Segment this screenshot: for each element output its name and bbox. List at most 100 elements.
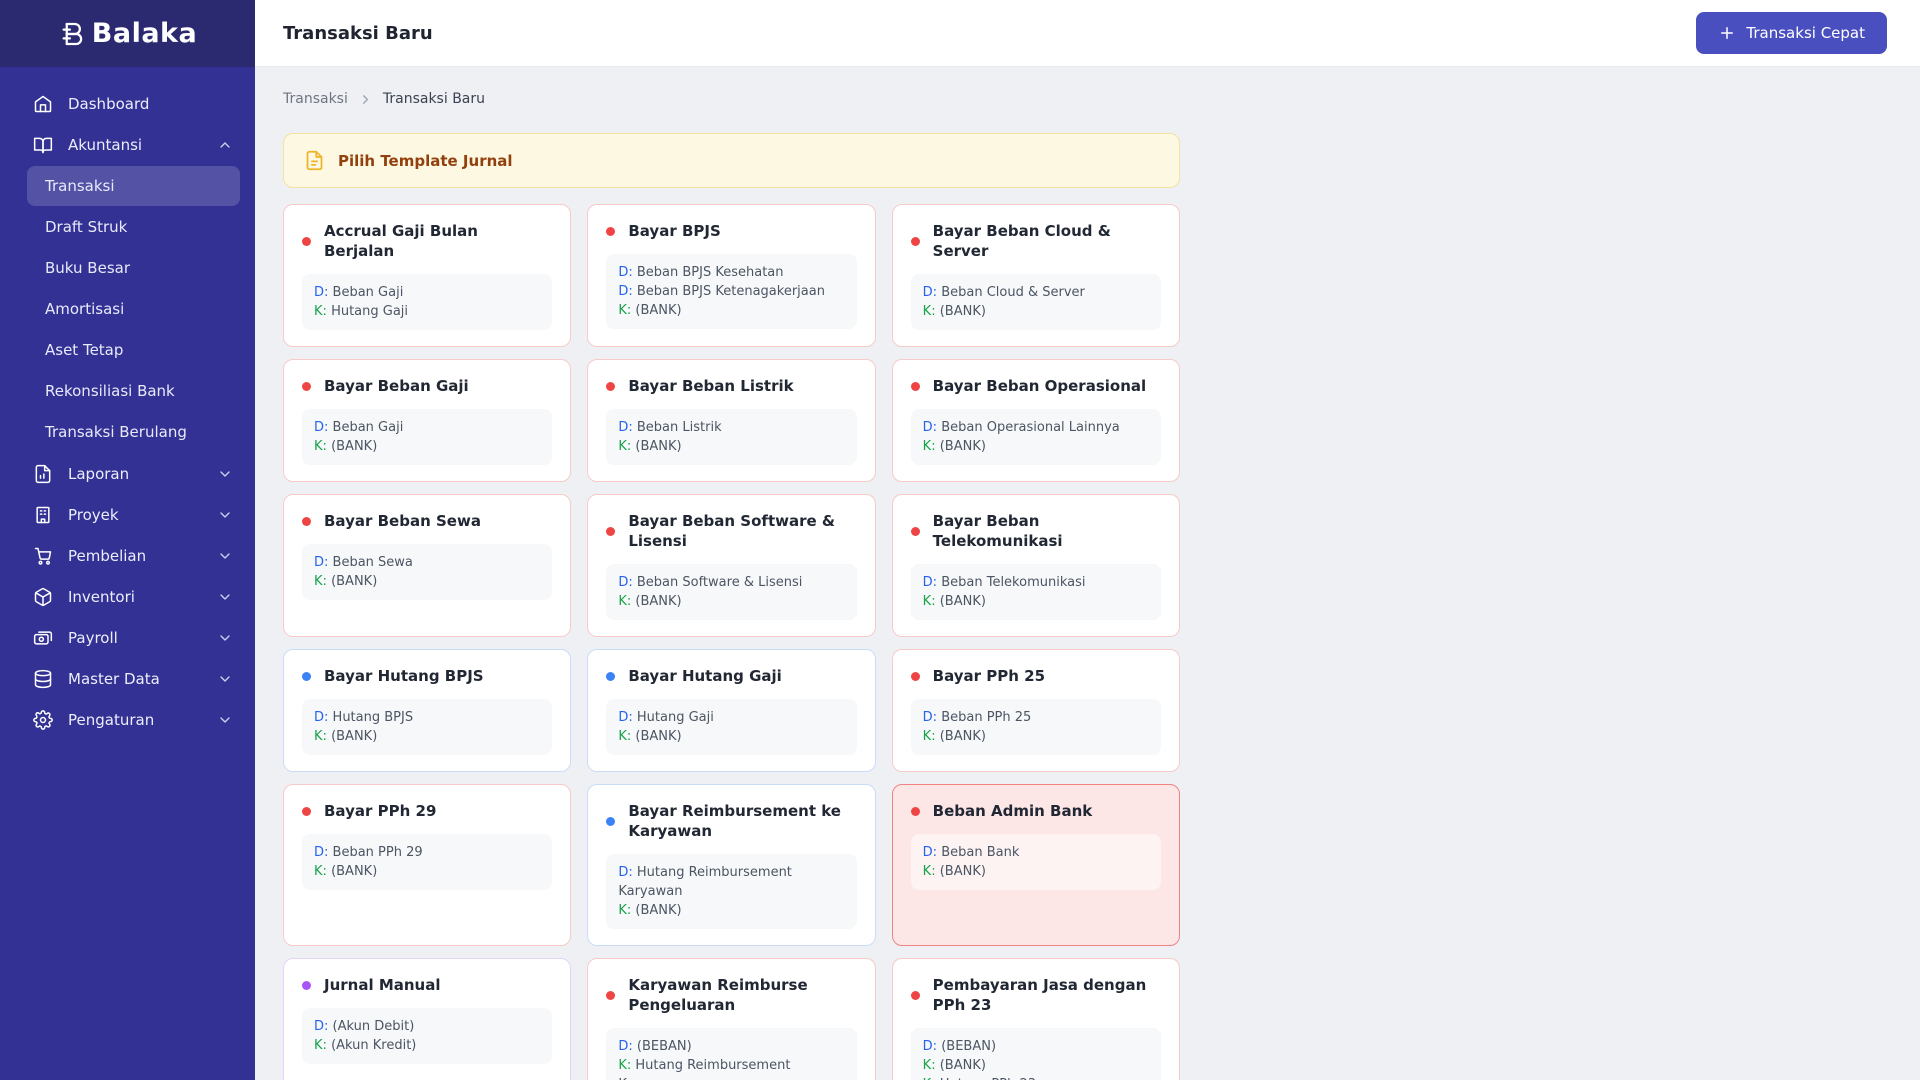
app-logo[interactable]: Balaka: [0, 0, 255, 67]
template-card-jurnal-manual[interactable]: Jurnal ManualD (Akun Debit)K (Akun Kredi…: [283, 958, 572, 1080]
sidebar-item-akuntansi[interactable]: Akuntansi: [0, 124, 255, 165]
journal-line-label: K: [923, 594, 936, 609]
journal-preview: D Beban Software & LisensiK (BANK): [606, 564, 857, 620]
sidebar-item-pengaturan[interactable]: Pengaturan: [0, 699, 255, 740]
template-card-karyawan-reimburse-pengeluaran[interactable]: Karyawan Reimburse PengeluaranD (BEBAN)K…: [587, 958, 876, 1080]
journal-line-label: K: [314, 1038, 327, 1053]
breadcrumb-item-current: Transaksi Baru: [382, 91, 486, 107]
template-card-bayar-hutang-gaji[interactable]: Bayar Hutang GajiD Hutang GajiK (BANK): [587, 649, 876, 772]
template-card-pembayaran-jasa-dengan-pph-23[interactable]: Pembayaran Jasa dengan PPh 23D (BEBAN)K …: [891, 958, 1180, 1080]
journal-line-account: Beban PPh 25: [941, 710, 1032, 725]
report-icon: [33, 464, 53, 484]
journal-line: D Beban Operasional Lainnya: [923, 418, 1149, 437]
journal-line-account: Beban Operasional Lainnya: [941, 420, 1120, 435]
template-card-header: Bayar PPh 29: [302, 801, 552, 821]
template-title: Karyawan Reimburse Pengeluaran: [628, 976, 808, 1014]
status-dot-icon: [606, 990, 616, 1000]
template-title: Bayar Beban Gaji: [324, 377, 469, 395]
template-card-bayar-beban-sewa[interactable]: Bayar Beban SewaD Beban SewaK (BANK): [283, 494, 572, 637]
template-card-bayar-reimbursement-ke-karyawan[interactable]: Bayar Reimbursement ke Karyawan D Hutang …: [587, 784, 876, 946]
journal-preview: D Beban PPh 25K (BANK): [910, 699, 1161, 755]
sidebar-subitem-amortisasi[interactable]: Amortisasi: [27, 289, 240, 329]
template-card-bayar-beban-gaji[interactable]: Bayar Beban GajiD Beban GajiK (BANK): [283, 359, 572, 482]
sidebar-subitem-draft-struk[interactable]: Draft Struk: [27, 207, 240, 247]
journal-line-label: D: [314, 555, 328, 570]
status-dot-icon: [606, 816, 616, 826]
template-card-accrual-gaji-bulan-berjalan[interactable]: Accrual Gaji Bulan BerjalanD Beban GajiK…: [283, 204, 572, 347]
sidebar-subitem-rekonsiliasi-bank[interactable]: Rekonsiliasi Bank: [27, 371, 240, 411]
app-name: Balaka: [91, 18, 198, 49]
journal-preview: D Beban BankK (BANK): [910, 834, 1161, 890]
sidebar-subitem-transaksi-berulang[interactable]: Transaksi Berulang: [27, 412, 240, 452]
breadcrumb: Transaksi Transaksi Baru: [283, 91, 1892, 107]
sidebar-subitem-buku-besar[interactable]: Buku Besar: [27, 248, 240, 288]
sidebar-item-inventori[interactable]: Inventori: [0, 576, 255, 617]
status-dot-icon: [910, 990, 920, 1000]
template-card-bayar-beban-cloud-server[interactable]: Bayar Beban Cloud & Server D Beban Cloud …: [891, 204, 1180, 347]
status-dot-icon: [302, 980, 311, 990]
cash-icon: [33, 628, 53, 648]
balaka-logo-icon: [58, 19, 88, 49]
template-card-bayar-beban-operasional[interactable]: Bayar Beban Operasional D Beban Operasion…: [891, 359, 1180, 482]
chevron-down-icon: [217, 630, 233, 646]
journal-line: K (BANK): [618, 901, 844, 920]
sidebar-subitem-aset-tetap[interactable]: Aset Tetap: [27, 330, 240, 370]
journal-line-label: K: [618, 303, 631, 318]
template-grid: Accrual Gaji Bulan BerjalanD Beban GajiK…: [283, 204, 1180, 1080]
app-window: Balaka Dashboard Akuntansi Transaksi Draft …: [0, 0, 1920, 1080]
template-card-beban-admin-bank[interactable]: Beban Admin Bank D Beban BankK (BANK): [891, 784, 1180, 946]
sidebar-item-master-data[interactable]: Master Data: [0, 658, 255, 699]
journal-line: K (BANK): [618, 437, 844, 456]
journal-line-account: (BANK): [331, 439, 378, 454]
status-dot-icon: [910, 236, 920, 246]
journal-line: K (BANK): [923, 592, 1149, 611]
sidebar-item-dashboard[interactable]: Dashboard: [0, 83, 255, 124]
journal-line-label: K: [314, 439, 327, 454]
journal-line-label: K: [923, 439, 936, 454]
journal-line-account: Beban Software & Lisensi: [636, 575, 803, 590]
chevron-down-icon: [217, 712, 233, 728]
status-dot-icon: [302, 671, 311, 681]
journal-line: K (BANK): [618, 301, 844, 320]
journal-line-account: Beban Telekomunikasi: [941, 575, 1086, 590]
journal-line: D Beban BPJS Kesehatan: [618, 263, 844, 282]
sidebar-subitem-label: Buku Besar: [45, 259, 130, 277]
template-card-header: Bayar Beban Sewa: [302, 511, 552, 531]
template-card-bayar-pph-25[interactable]: Bayar PPh 25 D Beban PPh 25K (BANK): [891, 649, 1180, 772]
journal-line-label: D: [618, 284, 632, 299]
sidebar-item-proyek[interactable]: Proyek: [0, 494, 255, 535]
sidebar-item-pembelian[interactable]: Pembelian: [0, 535, 255, 576]
sidebar-subitem-transaksi[interactable]: Transaksi: [27, 166, 240, 206]
journal-line-label: D: [618, 1039, 632, 1054]
template-card-bayar-beban-telekomunikasi[interactable]: Bayar Beban Telekomunikasi D Beban Teleko…: [891, 494, 1180, 637]
template-card-bayar-beban-listrik[interactable]: Bayar Beban ListrikD Beban ListrikK (BAN…: [587, 359, 876, 482]
breadcrumb-item-transaksi[interactable]: Transaksi: [283, 91, 348, 107]
sidebar-item-laporan[interactable]: Laporan: [0, 453, 255, 494]
template-card-bayar-hutang-bpjs[interactable]: Bayar Hutang BPJSD Hutang BPJSK (BANK): [283, 649, 572, 772]
file-text-icon: [304, 150, 325, 171]
quick-transaction-button[interactable]: Transaksi Cepat: [1696, 12, 1887, 54]
journal-line: K (BANK): [923, 302, 1149, 321]
template-card-bayar-pph-29[interactable]: Bayar PPh 29D Beban PPh 29K (BANK): [283, 784, 572, 946]
journal-line-account: Beban Gaji: [332, 285, 404, 300]
journal-line-account: (BANK): [939, 439, 986, 454]
journal-line-label: K: [314, 729, 327, 744]
status-dot-icon: [910, 671, 920, 681]
sidebar-item-payroll[interactable]: Payroll: [0, 617, 255, 658]
chevron-down-icon: [217, 466, 233, 482]
cart-icon: [33, 546, 53, 566]
template-card-bayar-beban-software-lisensi[interactable]: Bayar Beban Software & Lisensi D Beban So…: [587, 494, 876, 637]
main-area: Transaksi Baru Transaksi Cepat Transaksi: [255, 0, 1920, 1080]
template-card-header: Beban Admin Bank: [910, 801, 1161, 821]
journal-line-account: Hutang Reimbursement Karyawan: [618, 865, 792, 899]
journal-line: D (BEBAN): [923, 1037, 1149, 1056]
template-card-bayar-bpjs[interactable]: Bayar BPJSD Beban BPJS KesehatanD Beban …: [587, 204, 876, 347]
journal-line-account: (BANK): [939, 594, 986, 609]
template-card-header: Bayar PPh 25: [910, 666, 1161, 686]
journal-line: D Beban Software & Lisensi: [618, 573, 844, 592]
journal-line-label: K: [923, 864, 936, 879]
journal-line: D Beban PPh 25: [923, 708, 1149, 727]
journal-line: K (BANK): [618, 592, 844, 611]
journal-line-label: K: [923, 304, 936, 319]
notice-title: Pilih Template Jurnal: [338, 151, 513, 170]
